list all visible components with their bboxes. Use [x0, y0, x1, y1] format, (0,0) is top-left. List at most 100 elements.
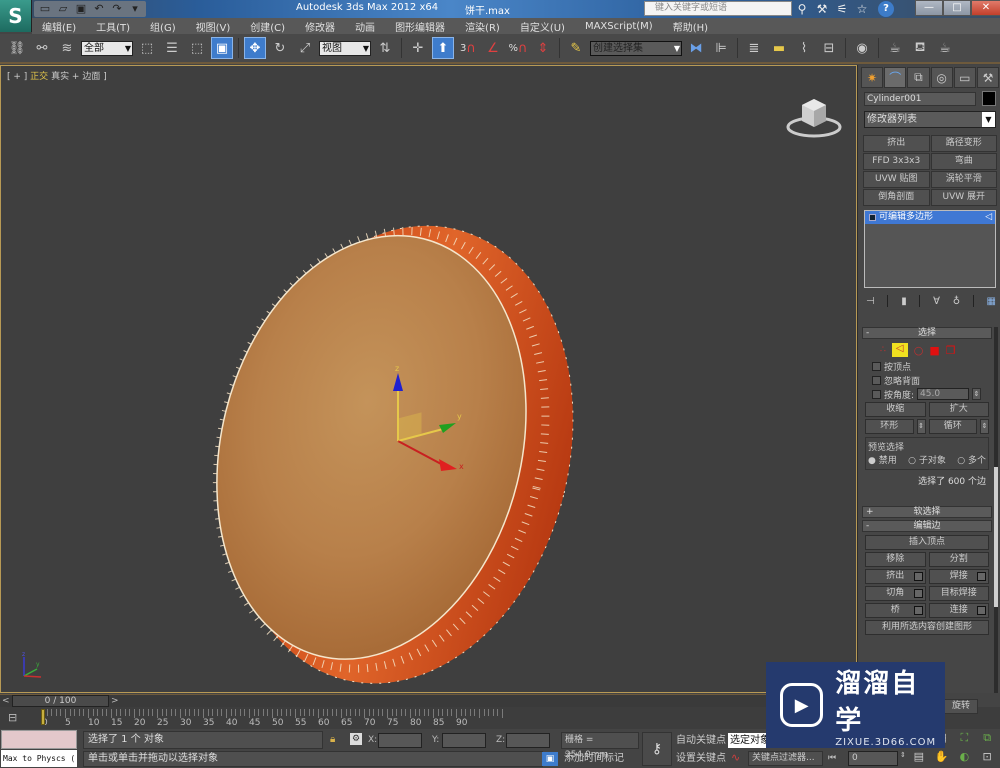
soft-selection-rollout-header[interactable]: + 软选择: [862, 506, 992, 518]
settings-icon[interactable]: [977, 606, 986, 615]
help-button[interactable]: ?: [878, 1, 894, 17]
modifier-list-dropdown[interactable]: 修改器列表 ▼: [864, 111, 996, 128]
gizmo-y-arrow[interactable]: [439, 423, 456, 433]
undo-icon[interactable]: ↶: [92, 1, 106, 15]
chamfer-button[interactable]: 切角: [865, 586, 926, 601]
gizmo-z-arrow[interactable]: [393, 373, 403, 391]
scrollbar-thumb[interactable]: [994, 467, 998, 607]
extrude-button[interactable]: 挤出: [865, 569, 926, 584]
menu-customize[interactable]: 自定义(U): [510, 19, 575, 34]
target-weld-button[interactable]: 目标焊接: [928, 586, 989, 601]
zoom-extents-icon[interactable]: ⛶: [954, 731, 976, 749]
reference-coordinate-dropdown[interactable]: 视图 ▼: [319, 40, 371, 56]
modifier-button[interactable]: 路径变形: [930, 135, 997, 152]
material-editor-icon[interactable]: ◉: [851, 37, 873, 59]
menu-tools[interactable]: 工具(T): [86, 19, 140, 34]
rendered-frame-window-icon[interactable]: ⛾: [909, 37, 931, 59]
satellite-icon[interactable]: ⚟: [835, 2, 849, 16]
motion-tab-icon[interactable]: ◎: [930, 67, 953, 88]
y-coordinate-field[interactable]: [442, 733, 486, 748]
settings-icon[interactable]: [977, 572, 986, 581]
edge-mode-icon[interactable]: ◁: [891, 343, 908, 357]
menu-rendering[interactable]: 渲染(R): [455, 19, 510, 34]
menu-graph-editors[interactable]: 图形编辑器: [385, 19, 455, 34]
by-vertex-checkbox[interactable]: 按顶点: [862, 359, 992, 373]
menu-create[interactable]: 创建(C): [240, 19, 295, 34]
preview-off-radio[interactable]: ● 禁用: [868, 453, 897, 466]
layer-manager-icon[interactable]: ≣: [743, 37, 765, 59]
app-menu-button[interactable]: S: [0, 0, 32, 32]
set-key-button[interactable]: 设置关键点: [676, 751, 726, 766]
gizmo-x-axis[interactable]: [397, 440, 444, 466]
link-icon[interactable]: ⛓: [6, 37, 28, 59]
menu-edit[interactable]: 编辑(E): [32, 19, 86, 34]
x-coordinate-field[interactable]: [378, 733, 422, 748]
modifier-button[interactable]: UVW 展开: [930, 189, 997, 206]
gizmo-x-arrow[interactable]: [439, 459, 457, 471]
hierarchy-tab-icon[interactable]: ⧉: [907, 67, 930, 88]
insert-vertex-button[interactable]: 插入顶点: [865, 535, 989, 550]
keyboard-shortcut-override-icon[interactable]: ⬆: [432, 37, 454, 59]
menu-maxscript[interactable]: MAXScript(M): [575, 21, 663, 32]
border-mode-icon[interactable]: ○: [914, 344, 924, 357]
maximize-viewport-icon[interactable]: ⊡: [976, 750, 998, 768]
zoom-extents-all-icon[interactable]: ⧉: [976, 731, 998, 749]
modify-tab-icon[interactable]: ⌒: [884, 67, 907, 88]
select-move-icon[interactable]: ✥: [244, 37, 266, 59]
menu-views[interactable]: 视图(V): [186, 19, 241, 34]
grow-button[interactable]: 扩大: [928, 402, 989, 417]
show-end-result-icon[interactable]: ▮: [901, 296, 907, 307]
search-input[interactable]: 键入关键字或短语: [644, 1, 792, 16]
mirror-icon[interactable]: ⧓: [685, 37, 707, 59]
frame-ruler[interactable]: 051015202530354045505560657075808590: [38, 707, 778, 729]
angle-spinner[interactable]: ⇕: [972, 388, 982, 400]
align-icon[interactable]: ⊫: [710, 37, 732, 59]
go-to-start-icon[interactable]: ⏮: [828, 753, 836, 763]
settings-icon[interactable]: [913, 589, 923, 598]
settings-icon[interactable]: [913, 606, 923, 615]
loop-spinner[interactable]: ⇕: [980, 419, 989, 434]
curve-editor-icon[interactable]: ⌇: [793, 37, 815, 59]
split-button[interactable]: 分割: [928, 552, 989, 567]
viewport-view-name[interactable]: 正交: [30, 72, 48, 82]
preview-multi-radio[interactable]: ○ 多个: [957, 453, 986, 466]
percent-snap-icon[interactable]: % ∩: [507, 37, 529, 59]
set-keys-key-icon[interactable]: ⚷: [642, 732, 672, 766]
next-frame-button[interactable]: >: [111, 696, 121, 707]
render-setup-icon[interactable]: ☕: [884, 37, 906, 59]
manipulate-icon[interactable]: ✛: [407, 37, 429, 59]
wrench-icon[interactable]: ⚒: [815, 2, 829, 16]
element-mode-icon[interactable]: ❒: [946, 344, 956, 357]
select-by-name-icon[interactable]: ☰: [161, 37, 183, 59]
loop-button[interactable]: 循环: [928, 419, 977, 434]
weld-button[interactable]: 焊接: [928, 569, 989, 584]
remove-modifier-icon[interactable]: ♁: [953, 296, 960, 307]
modifier-button[interactable]: 弯曲: [930, 153, 997, 170]
mini-curve-editor-icon[interactable]: ⊟: [8, 711, 26, 725]
menu-animation[interactable]: 动画: [345, 19, 385, 34]
save-file-icon[interactable]: ▣: [74, 1, 88, 15]
open-file-icon[interactable]: ▱: [56, 1, 70, 15]
z-coordinate-field[interactable]: [506, 733, 550, 748]
create-tab-icon[interactable]: ✷: [861, 67, 884, 88]
menu-modifiers[interactable]: 修改器: [295, 19, 345, 34]
field-of-view-icon[interactable]: ▤: [908, 750, 930, 768]
select-scale-icon[interactable]: ⤢: [294, 37, 316, 59]
modifier-button[interactable]: 涡轮平滑: [930, 171, 997, 188]
ignore-backfacing-checkbox[interactable]: 忽略背面: [862, 373, 992, 387]
checkbox[interactable]: [872, 375, 881, 385]
new-file-icon[interactable]: ▭: [38, 1, 52, 15]
checkbox[interactable]: [872, 389, 881, 399]
quick-access-more-icon[interactable]: ▾: [128, 1, 142, 15]
select-rotate-icon[interactable]: ↻: [269, 37, 291, 59]
command-panel-scrollbar[interactable]: [994, 327, 998, 693]
modifier-button[interactable]: FFD 3x3x3: [863, 153, 930, 170]
bind-space-warp-icon[interactable]: ≋: [56, 37, 78, 59]
absolute-mode-icon[interactable]: ⚙: [350, 733, 362, 745]
by-angle-checkbox[interactable]: 按角度: 45.0 ⇕: [862, 387, 992, 401]
modifier-button[interactable]: UVW 贴图: [863, 171, 930, 188]
binoculars-icon[interactable]: ⚲: [795, 2, 809, 16]
named-selection-dropdown[interactable]: 创建选择集 ▼: [590, 40, 682, 56]
maxscript-mini-listener[interactable]: Max to Physcs (: [1, 750, 77, 767]
edit-edges-rollout-header[interactable]: - 编辑边: [862, 520, 992, 532]
